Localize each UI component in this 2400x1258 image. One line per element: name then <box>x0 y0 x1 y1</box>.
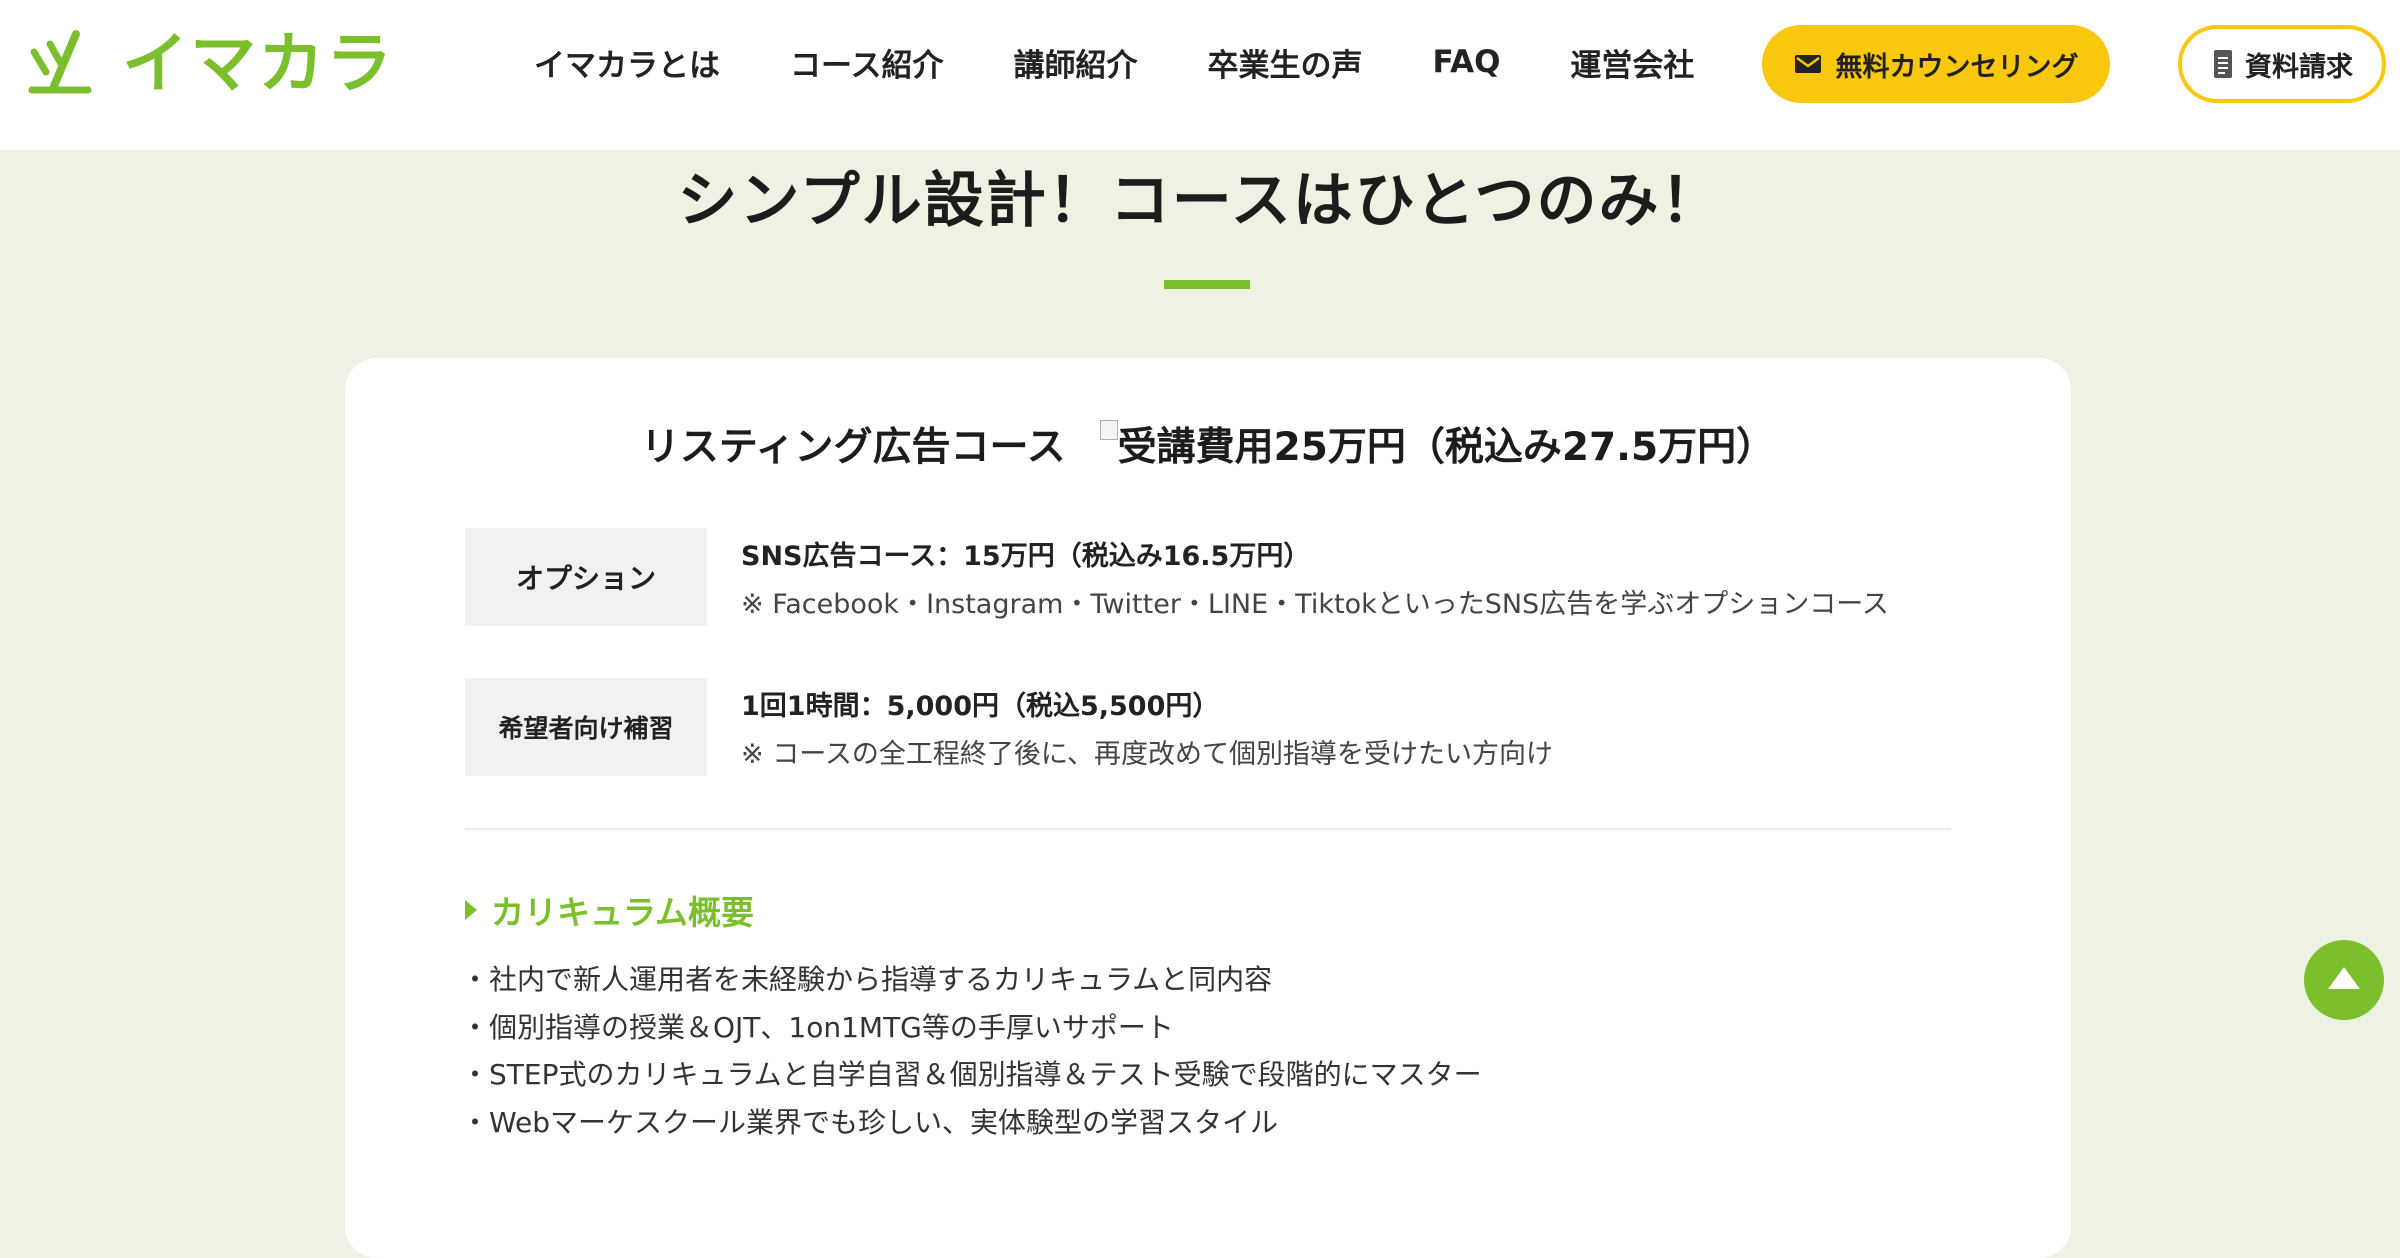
logo-text: イマカラ <box>122 25 394 102</box>
option-heading: SNS広告コース：15万円（税込み16.5万円） <box>741 541 1311 572</box>
nav-item-company[interactable]: 運営会社 <box>1570 40 1694 85</box>
curriculum-title: カリキュラム概要 <box>465 886 754 934</box>
list-item: ・社内で新人運用者を未経験から指導するカリキュラムと同内容 <box>461 963 1273 996</box>
option-label: オプション <box>465 528 707 626</box>
mail-icon <box>1794 55 1821 73</box>
back-to-top-button[interactable] <box>2304 940 2384 1020</box>
list-item: ・個別指導の授業＆OJT、1on1MTG等の手厚いサポート <box>461 1010 1174 1044</box>
course-name: リスティング広告コース <box>640 425 1066 470</box>
nav-item-courses[interactable]: コース紹介 <box>790 40 943 85</box>
course-card: リスティング広告コース 受講費用25万円（税込み27.5万円） オプション SNS… <box>345 358 2071 1258</box>
site-header: イマカラ イマカラとは コース紹介 講師紹介 卒業生の声 FAQ 運営会社 無料… <box>0 0 2400 150</box>
divider <box>465 828 1951 830</box>
triangle-bullet-icon <box>465 900 477 920</box>
section-title: シンプル設計！コースはひとつのみ！ <box>677 166 1723 236</box>
request-docs-label: 資料請求 <box>2245 51 2353 83</box>
logo-mark-icon <box>28 30 92 94</box>
list-item: ・STEP式のカリキュラムと自学自習＆個別指導＆テスト受験で段階的にマスター <box>461 1058 1482 1091</box>
supplementary-label: 希望者向け補習 <box>465 678 707 776</box>
arrow-up-icon <box>2328 967 2360 989</box>
option-description: ※ Facebook・Instagram・Twitter・LINE・Tiktok… <box>741 589 1889 620</box>
main-nav: イマカラとは コース紹介 講師紹介 卒業生の声 FAQ 運営会社 <box>534 0 1694 124</box>
site-logo[interactable]: イマカラ <box>26 24 394 104</box>
course-price: 受講費用25万円（税込み27.5万円） <box>1117 425 1776 470</box>
supplementary-heading: 1回1時間：5,000円（税込5,500円） <box>741 691 1220 722</box>
nav-item-instructors[interactable]: 講師紹介 <box>1013 40 1137 85</box>
nav-item-testimonials[interactable]: 卒業生の声 <box>1207 40 1362 85</box>
curriculum-list: ・社内で新人運用者を未経験から指導するカリキュラムと同内容 ・個別指導の授業＆O… <box>461 956 1482 1146</box>
course-heading: リスティング広告コース 受講費用25万円（税込み27.5万円） <box>345 416 2071 472</box>
request-docs-button[interactable]: 資料請求 <box>2178 25 2386 103</box>
document-icon <box>2214 50 2232 78</box>
title-underline <box>1164 280 1250 289</box>
list-item: ・Webマーケスクール業界でも珍しい、実体験型の学習スタイル <box>461 1105 1279 1139</box>
nav-item-faq[interactable]: FAQ <box>1432 44 1500 80</box>
supplementary-description: ※ コースの全工程終了後に、再度改めて個別指導を受けたい方向け <box>741 739 1554 770</box>
free-counseling-button[interactable]: 無料カウンセリング <box>1762 25 2110 103</box>
curriculum-title-text: カリキュラム概要 <box>491 893 755 932</box>
broken-image-icon <box>1099 420 1118 440</box>
supplementary-row: 希望者向け補習 1回1時間：5,000円（税込5,500円） ※ コースの全工程… <box>465 678 1935 778</box>
option-row: オプション SNS広告コース：15万円（税込み16.5万円） ※ Faceboo… <box>465 528 1935 628</box>
free-counseling-label: 無料カウンセリング <box>1835 51 2079 83</box>
nav-item-about[interactable]: イマカラとは <box>534 40 720 85</box>
